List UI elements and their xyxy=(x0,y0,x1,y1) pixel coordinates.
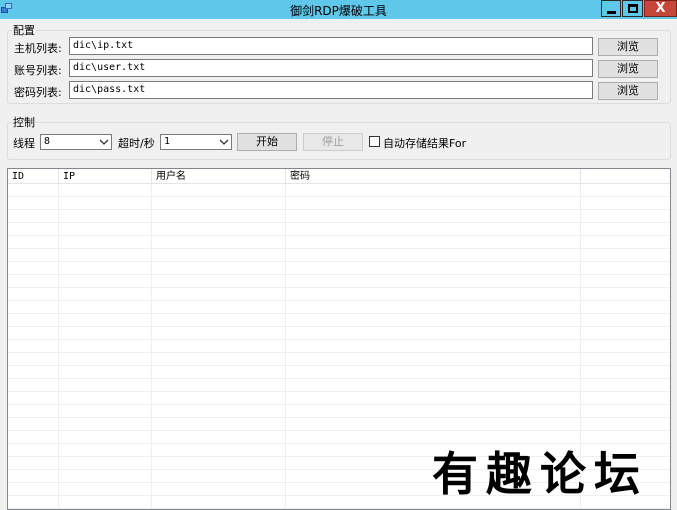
chevron-down-icon xyxy=(99,139,109,145)
host-list-input[interactable]: dic\ip.txt xyxy=(69,37,593,55)
maximize-icon xyxy=(628,4,638,13)
column-header-ip[interactable]: IP xyxy=(59,169,152,184)
browse-user-button[interactable]: 浏览 xyxy=(598,60,658,78)
pass-list-label: 密码列表: xyxy=(14,86,62,99)
close-button[interactable]: X xyxy=(644,0,677,17)
column-header-password[interactable]: 密码 xyxy=(286,169,581,184)
window-title: 御剑RDP爆破工具 xyxy=(290,4,387,18)
maximize-button[interactable] xyxy=(622,0,643,17)
user-list-input[interactable]: dic\user.txt xyxy=(69,59,593,77)
user-list-label: 账号列表: xyxy=(14,64,62,77)
control-group-title: 控制 xyxy=(12,114,36,130)
pass-list-input[interactable]: dic\pass.txt xyxy=(69,81,593,99)
threads-value: 8 xyxy=(44,136,51,147)
column-header-id[interactable]: ID xyxy=(8,169,59,184)
stop-button[interactable]: 停止 xyxy=(303,133,363,151)
threads-label: 线程 xyxy=(13,137,35,150)
config-group-title: 配置 xyxy=(12,22,36,38)
timeout-select[interactable]: 1 xyxy=(160,134,232,150)
title-bar[interactable]: 御剑RDP爆破工具 X xyxy=(0,0,677,19)
column-header-username[interactable]: 用户名 xyxy=(152,169,286,184)
autosave-checkbox[interactable] xyxy=(369,136,380,147)
minimize-button[interactable] xyxy=(601,0,621,17)
threads-select[interactable]: 8 xyxy=(40,134,112,150)
browse-pass-button[interactable]: 浏览 xyxy=(598,82,658,100)
table-header: ID IP 用户名 密码 xyxy=(8,169,670,184)
timeout-label: 超时/秒 xyxy=(118,137,155,150)
autosave-label: 自动存储结果For xyxy=(383,137,467,150)
browse-host-button[interactable]: 浏览 xyxy=(598,38,658,56)
host-list-label: 主机列表: xyxy=(14,42,62,55)
minimize-icon xyxy=(607,11,616,14)
start-button[interactable]: 开始 xyxy=(237,133,297,151)
forum-watermark: 有趣论坛 xyxy=(432,447,648,501)
chevron-down-icon xyxy=(219,139,229,145)
close-icon: X xyxy=(655,1,666,16)
timeout-value: 1 xyxy=(164,136,171,147)
